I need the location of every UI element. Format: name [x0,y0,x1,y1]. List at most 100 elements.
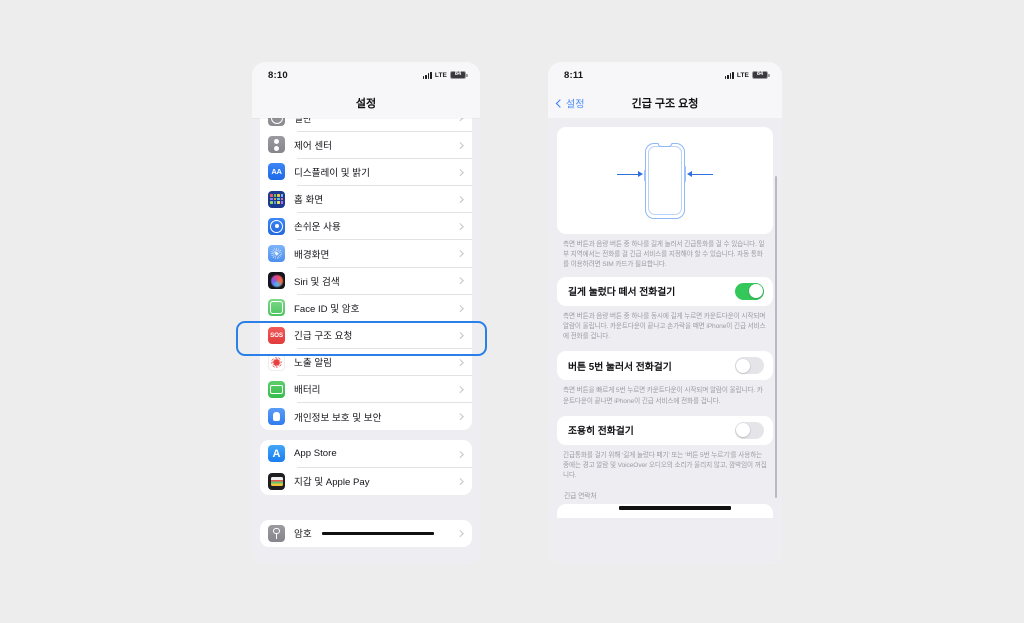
chevron-right-icon [456,530,463,537]
chevron-right-icon [456,477,463,485]
settings-row-display[interactable]: AA 디스플레이 및 밝기 [260,158,472,186]
setting-description-call-with-5-presses: 측면 버튼을 빠르게 5번 누르면 카운트다운이 시작되며 알람이 울립니다. … [563,387,763,405]
row-label: Siri 및 검색 [294,276,340,288]
home-screen-icon [268,190,285,208]
chevron-right-icon [456,331,463,339]
row-label: Face ID 및 암호 [294,303,360,315]
settings-row-app-store[interactable]: A App Store [260,440,472,468]
settings-group-store: A App Store 지갑 및 Apple Pay [260,440,472,495]
intro-description: 측면 버튼과 음량 버튼 중 하나를 길게 눌러서 긴급통화를 걸 수 있습니다… [563,241,765,269]
app-store-icon: A [268,445,285,463]
row-label: 일반 [294,118,312,125]
accessibility-icon [268,217,285,235]
setting-label: 조용히 전화걸기 [568,426,634,438]
row-label: 노출 알림 [294,358,332,370]
toggle-switch-call-with-hold[interactable] [735,282,764,300]
row-label: 지갑 및 Apple Pay [294,477,370,489]
settings-row-battery[interactable]: 배터리 [260,376,472,404]
phone-notch [657,142,673,147]
setting-card-call-with-hold: 길게 눌렀다 떼서 전화걸기 [557,276,773,306]
network-label: LTE [434,71,447,79]
battery-icon: 84 [752,71,770,79]
display-brightness-icon: AA [268,163,285,181]
control-center-icon [268,136,285,154]
network-label: LTE [736,71,749,79]
chevron-right-icon [456,450,463,458]
row-label: 디스플레이 및 밝기 [294,167,370,179]
screenshot-canvas: 8:10 LTE 84 설정 일반 제어 센터 AA 디스플레이 및 밝기 홈 … [0,0,1024,623]
arrow-right-pointing-icon [617,171,643,177]
row-label: 긴급 구조 요청 [294,331,353,343]
row-label: 암호 [294,529,312,541]
settings-row-accessibility[interactable]: 손쉬운 사용 [260,213,472,240]
chevron-right-icon [456,304,463,312]
toggle-row-call-with-hold[interactable]: 길게 눌렀다 떼서 전화걸기 [557,277,773,306]
toggle-row-call-with-5-presses[interactable]: 버튼 5번 눌러서 전화걸기 [557,351,773,380]
setting-card-call-quietly: 조용히 전화걸기 [557,415,773,445]
settings-row-passwords[interactable]: 암호 [260,520,472,547]
side-button [684,165,687,182]
general-icon [268,118,285,127]
settings-row-siri[interactable]: Siri 및 검색 [260,267,472,295]
settings-list-scroll[interactable]: 일반 제어 센터 AA 디스플레이 및 밝기 홈 화면 손쉬운 사용 배경화면 … [252,118,480,564]
settings-row-emergency-sos[interactable]: SOS 긴급 구조 요청 [260,322,472,349]
row-label: 제어 센터 [294,140,332,152]
signal-bars-icon [422,71,432,79]
row-label: 배경화면 [294,249,330,261]
chevron-right-icon [456,168,463,176]
setting-card-call-with-5-presses: 버튼 5번 눌러서 전화걸기 [557,351,773,381]
back-button-label: 설정 [566,99,585,111]
toggle-switch-call-quietly[interactable] [735,421,764,439]
settings-row-wallpaper[interactable]: 배경화면 [260,240,472,268]
back-button[interactable]: 설정 [555,96,585,111]
row-label: 손쉬운 사용 [294,222,341,234]
settings-row-privacy[interactable]: 개인정보 보호 및 보안 [260,403,472,430]
toggle-row-call-quietly[interactable]: 조용히 전화걸기 [557,416,773,445]
settings-row-exposure-notifications[interactable]: 노출 알림 [260,349,472,376]
exposure-notification-icon [268,353,285,371]
row-label: App Store [294,448,337,460]
row-label: 개인정보 보호 및 보안 [294,412,382,424]
page-title: 설정 [355,98,377,110]
chevron-right-icon [456,386,463,393]
toggle-switch-call-with-5-presses[interactable] [735,357,764,375]
privacy-security-icon [268,408,285,426]
settings-group-main: 일반 제어 센터 AA 디스플레이 및 밝기 홈 화면 손쉬운 사용 배경화면 … [260,118,472,431]
battery-icon: 84 [450,71,468,79]
emergency-contacts-card[interactable] [557,504,773,519]
left-nav-bar: 설정 [252,88,480,118]
chevron-right-icon [456,141,463,148]
settings-row-face-id[interactable]: Face ID 및 암호 [260,294,472,322]
chevron-right-icon [456,223,463,230]
settings-row-general[interactable]: 일반 [260,118,472,132]
emergency-contacts-section-title: 긴급 연락처 [564,493,597,501]
volume-button [643,169,646,181]
vertical-scrollbar[interactable] [774,176,777,498]
settings-row-home-screen[interactable]: 홈 화면 [260,186,472,213]
phone-side-buttons-illustration [609,138,721,224]
setting-description-call-quietly: 긴급통화를 걸기 위해 ‘길게 눌렀다 떼기’ 또는 ‘버튼 5번 누르기’를 … [563,451,767,480]
right-status-bar: 8:11 LTE 84 [548,62,782,88]
settings-row-wallet[interactable]: 지갑 및 Apple Pay [260,467,472,494]
redaction-bar [321,531,434,535]
status-indicators: LTE 84 [724,71,770,79]
chevron-left-icon [555,98,565,108]
battery-level: 84 [756,71,764,78]
chevron-right-icon [456,118,463,121]
right-nav-bar: 설정 긴급 구조 요청 [548,88,782,118]
sos-settings-scroll[interactable]: 측면 버튼과 음량 버튼 중 하나를 길게 눌러서 긴급통화를 걸 수 있습니다… [548,118,782,564]
toggle-knob [736,358,751,373]
settings-row-control-center[interactable]: 제어 센터 [260,131,472,159]
arrow-left-pointing-icon [687,171,713,177]
row-label: 홈 화면 [294,195,324,207]
face-id-icon [268,299,285,317]
status-time: 8:11 [564,69,584,81]
setting-label: 버튼 5번 눌러서 전화걸기 [568,361,672,373]
setting-description-call-with-hold: 측면 버튼과 음량 버튼 중 하나를 동시에 길게 누르면 카운트다운이 시작되… [563,312,766,341]
settings-group-passwords: 암호 [260,519,472,547]
toggle-knob [748,284,763,299]
page-title: 긴급 구조 요청 [631,98,699,110]
chevron-right-icon [456,277,463,284]
